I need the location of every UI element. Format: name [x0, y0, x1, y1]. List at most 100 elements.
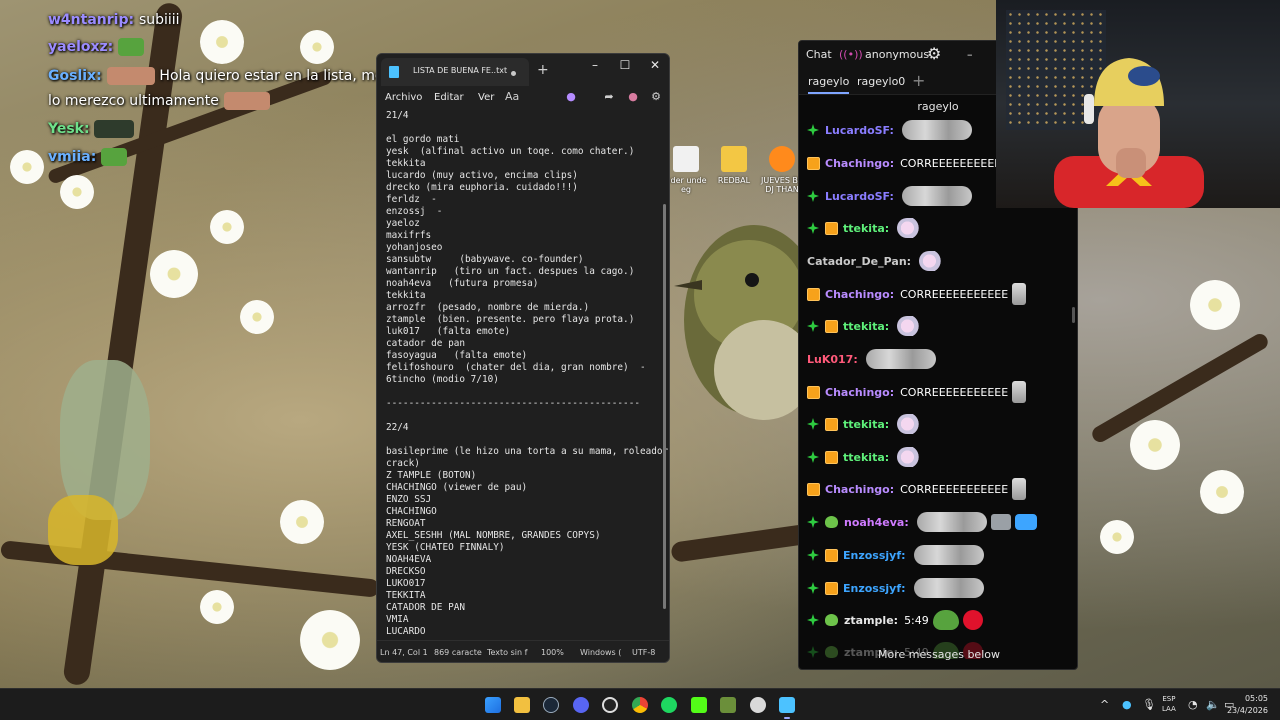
chat-message[interactable]: ttekita: — [807, 413, 924, 435]
close-button[interactable]: ✕ — [640, 58, 669, 72]
chat-message[interactable]: LuK017: — [807, 348, 936, 370]
notepad-titlebar[interactable]: LISTA DE BUENA FE..txt + – ☐ ✕ — [377, 54, 669, 86]
unsaved-dot-icon[interactable] — [511, 71, 516, 76]
box-badge-icon — [807, 156, 820, 170]
chat-username[interactable]: Chachingo: — [825, 483, 894, 496]
minecraft-icon[interactable] — [720, 697, 736, 713]
language-indicator[interactable]: ESP LAA — [1162, 694, 1176, 714]
tab-rageylo[interactable]: rageylo — [808, 75, 850, 94]
chat-message[interactable]: Chachingo: CORREEEEEEEEEEE — [807, 283, 1027, 305]
settings-gear-icon[interactable]: ⚙ — [927, 44, 941, 63]
ccleaner-icon[interactable] — [750, 697, 766, 713]
chat-message[interactable]: ztample: 5:49 — [807, 609, 983, 631]
chat-message[interactable]: ttekita: — [807, 315, 924, 337]
verified-badge-icon — [807, 124, 819, 136]
network-status-icon[interactable]: ● — [1122, 698, 1132, 711]
chat-message[interactable]: Enzossjyf: — [807, 544, 984, 566]
notepad-icon[interactable] — [779, 697, 795, 713]
chat-scrollbar[interactable] — [1072, 307, 1075, 323]
chat-message[interactable]: Catador_De_Pan: — [807, 250, 946, 272]
chat-username[interactable]: Chachingo: — [825, 288, 894, 301]
box-badge-icon — [825, 417, 838, 431]
desktop-icon-redbal[interactable]: REDBAL — [710, 146, 758, 185]
account-icon[interactable]: ● — [627, 91, 639, 103]
notepad-tab[interactable]: LISTA DE BUENA FE..txt — [381, 58, 529, 86]
chat-username[interactable]: LucardoSF: — [825, 124, 894, 137]
chat-message[interactable]: Enzossjyf: — [807, 577, 984, 599]
chat-message[interactable]: LucardoSF: — [807, 185, 972, 207]
verified-badge-icon — [807, 549, 819, 561]
volume-icon[interactable]: 🔈 — [1206, 698, 1220, 711]
chat-message[interactable]: LucardoSF: — [807, 119, 972, 141]
chevron-up-icon[interactable]: ^ — [1100, 698, 1109, 711]
steam-icon[interactable] — [543, 697, 559, 713]
menu-editar[interactable]: Editar — [434, 92, 464, 103]
chat-username[interactable]: ztample: — [844, 614, 898, 627]
chat-message-text: CORREEEEEEEEEEE — [900, 156, 1009, 170]
text-line: tekkita — [386, 158, 426, 169]
chat-message[interactable]: Chachingo: CORREEEEEEEEEEE — [807, 152, 1008, 174]
system-clock[interactable]: 05:05 23/4/2026 — [1227, 693, 1268, 717]
notepad-window[interactable]: LISTA DE BUENA FE..txt + – ☐ ✕ Archivo E… — [376, 53, 670, 663]
obs-icon[interactable] — [602, 697, 618, 713]
text-line — [386, 434, 663, 446]
overlay-chat-line: Goslix: Hola quiero estar en la lista, m… — [48, 67, 384, 85]
text-line: yesk (alfinal activo un toqe. como chate… — [386, 146, 635, 157]
box-badge-icon — [807, 385, 820, 399]
chat-username[interactable]: LuK017: — [807, 353, 858, 366]
chat-username[interactable]: ttekita: — [843, 222, 889, 235]
chat-username[interactable]: ttekita: — [843, 320, 889, 333]
fl-studio-icon — [769, 146, 795, 172]
tab-rageylo0[interactable]: rageylo0 — [857, 75, 905, 88]
discord-icon[interactable] — [573, 697, 589, 713]
chat-message[interactable]: noah4eva: — [807, 511, 1037, 533]
chat-message[interactable]: Chachingo: CORREEEEEEEEEEE — [807, 381, 1027, 403]
blossom — [200, 20, 244, 64]
chat-message[interactable]: ttekita: — [807, 446, 924, 468]
text-line: CHACHINGO — [386, 506, 437, 517]
desktop-icon-label: REDBAL — [717, 176, 751, 185]
status-char-count: 869 caracte — [434, 648, 482, 657]
chat-username[interactable]: Enzossjyf: — [843, 582, 906, 595]
text-line: yaeloz — [386, 218, 420, 229]
chat-username[interactable]: ttekita: — [843, 451, 889, 464]
minimize-button[interactable]: – — [967, 48, 973, 61]
box-badge-icon — [807, 287, 820, 301]
chat-username[interactable]: noah4eva: — [844, 516, 909, 529]
pepe-emote-icon — [932, 610, 959, 630]
menu-ver[interactable]: Ver — [478, 92, 494, 103]
settings-gear-icon[interactable]: ⚙ — [650, 91, 662, 103]
blur-emote-icon — [913, 578, 984, 598]
start-icon[interactable] — [485, 697, 501, 713]
chat-message[interactable]: ttekita: — [807, 217, 924, 239]
text-line: RENGOAT — [386, 518, 426, 529]
chat-username[interactable]: Catador_De_Pan: — [807, 255, 911, 268]
chat-username[interactable]: Chachingo: — [825, 386, 894, 399]
chat-username[interactable]: Chachingo: — [825, 157, 894, 170]
file-explorer-icon[interactable] — [514, 697, 530, 713]
share-icon[interactable]: ➦ — [603, 91, 615, 103]
chat-username[interactable]: LucardoSF: — [825, 190, 894, 203]
blossom — [1130, 420, 1180, 470]
chat-message[interactable]: Chachingo: CORREEEEEEEEEEE — [807, 478, 1027, 500]
notepad-text-area[interactable]: 21/4 el gordo mati yesk (alfinal activo un… — [377, 110, 669, 640]
copilot-icon[interactable]: ● — [565, 91, 577, 103]
chat-username[interactable]: Enzossjyf: — [843, 549, 906, 562]
new-tab-button[interactable]: + — [537, 62, 549, 78]
microphone-icon[interactable]: 🎙 — [1142, 698, 1156, 711]
chat-account-name[interactable]: anonymous — [865, 48, 929, 61]
overlay-username: Goslix: — [48, 68, 102, 84]
chrome-icon[interactable] — [632, 697, 648, 713]
kick-icon[interactable] — [691, 697, 707, 713]
format-text-icon[interactable]: Aa — [505, 91, 519, 103]
maximize-button[interactable]: ☐ — [610, 58, 640, 72]
wifi-icon[interactable]: ◔ — [1188, 698, 1198, 711]
chat-username[interactable]: ttekita: — [843, 418, 889, 431]
minimize-button[interactable]: – — [580, 58, 610, 72]
menu-archivo[interactable]: Archivo — [385, 92, 422, 103]
status-zoom[interactable]: 100% — [541, 648, 564, 657]
more-messages-button[interactable]: More messages below — [799, 648, 1077, 661]
notepad-scrollbar[interactable] — [663, 204, 666, 609]
spotify-icon[interactable] — [661, 697, 677, 713]
add-tab-button[interactable]: + — [912, 71, 925, 90]
